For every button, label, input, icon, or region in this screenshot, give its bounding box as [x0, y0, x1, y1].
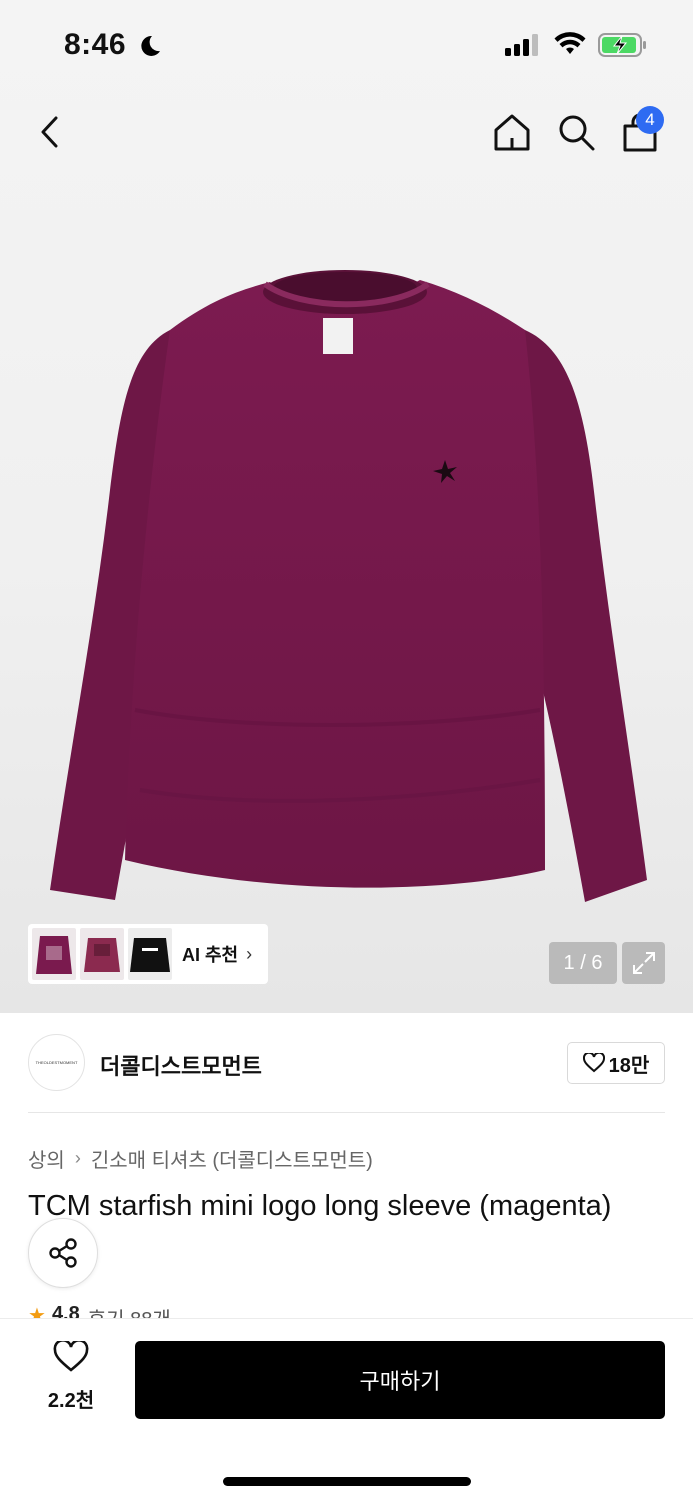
breadcrumb: 상의 › 긴소매 티셔츠 (더콜디스트모먼트) [28, 1144, 373, 1173]
share-button[interactable] [28, 1218, 98, 1288]
image-counter: 1 / 6 [549, 942, 617, 984]
product-image[interactable] [40, 270, 655, 920]
home-button[interactable] [488, 108, 536, 156]
home-indicator [223, 1477, 471, 1486]
brand-like-count: 18만 [608, 1054, 650, 1077]
recommend-thumbnail-3[interactable] [128, 928, 172, 980]
battery-icon [598, 33, 646, 57]
search-icon [559, 115, 595, 151]
brand-row[interactable]: THEOLDESTMOMENT 더콜디스트모먼트 18만 [28, 1034, 665, 1094]
ai-recommend-label: AI 추천 [182, 945, 239, 965]
brand-like-button[interactable]: 18만 [567, 1042, 665, 1084]
back-button[interactable] [26, 108, 74, 156]
expand-icon [632, 952, 655, 974]
search-button[interactable] [552, 108, 600, 156]
heart-icon [53, 1339, 89, 1372]
breadcrumb-subcategory[interactable]: 긴소매 티셔츠 (더콜디스트모먼트) [91, 1144, 373, 1173]
signal-icon [505, 34, 538, 56]
heart-icon [582, 1053, 605, 1073]
chevron-right-icon: › [74, 1148, 81, 1168]
breadcrumb-category[interactable]: 상의 [28, 1144, 65, 1173]
recommend-thumbnail-2[interactable] [80, 928, 124, 980]
wishlist-button[interactable]: 2.2천 [28, 1339, 114, 1413]
home-icon [494, 114, 530, 151]
buy-button[interactable]: 구매하기 [135, 1341, 665, 1419]
ai-recommend-button[interactable]: AI 추천 › [28, 924, 268, 984]
brand-name[interactable]: 더콜디스트모먼트 [100, 1049, 262, 1081]
status-bar: 8:46 [0, 0, 693, 90]
share-icon [49, 1238, 77, 1268]
moon-icon [141, 35, 160, 56]
wishlist-count: 2.2천 [47, 1390, 95, 1412]
cart-count-badge: 4 [636, 106, 664, 134]
divider [28, 1112, 665, 1113]
brand-logo[interactable]: THEOLDESTMOMENT [28, 1034, 85, 1091]
chevron-left-icon [41, 116, 58, 148]
product-title: TCM starfish mini logo long sleeve (mage… [28, 1190, 612, 1222]
wifi-icon [554, 32, 586, 54]
bottom-action-bar: 2.2천 구매하기 [0, 1318, 693, 1500]
brand-logo-text: THEOLDESTMOMENT [35, 1060, 78, 1065]
product-gallery[interactable]: 8:46 4 AI 추천 › 1 / 6 [0, 0, 693, 1013]
expand-button[interactable] [622, 942, 665, 984]
status-time: 8:46 [64, 28, 127, 61]
chevron-right-icon: › [246, 943, 253, 964]
recommend-thumbnail-1[interactable] [32, 928, 76, 980]
